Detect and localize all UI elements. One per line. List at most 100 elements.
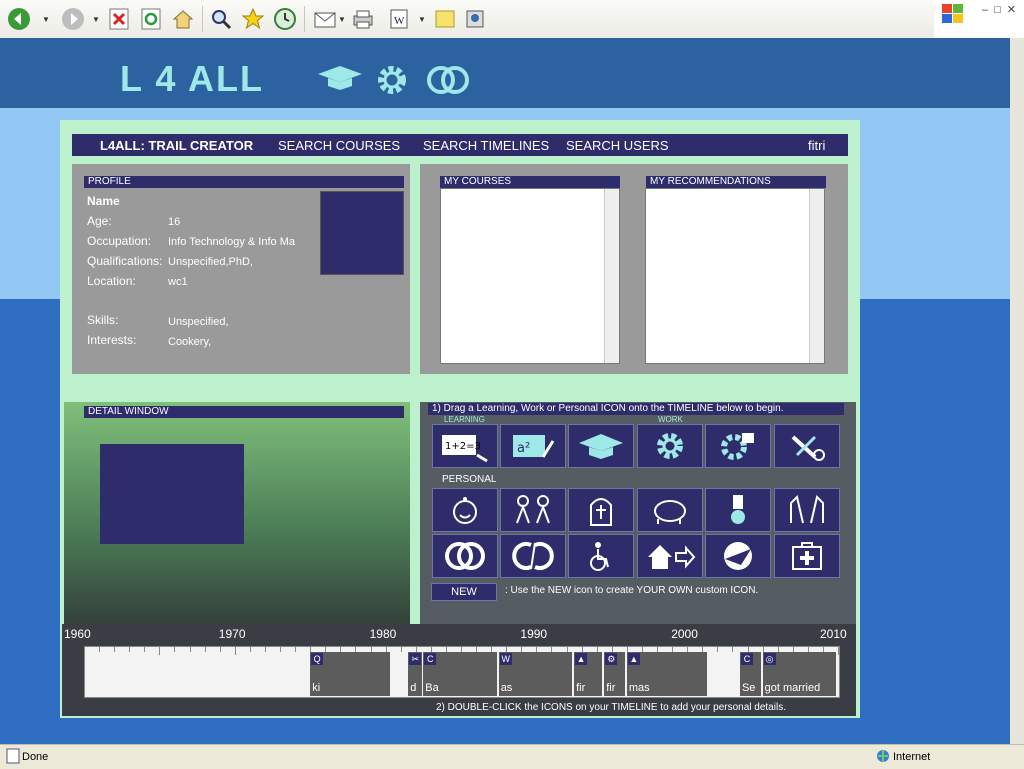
timeline-event-label: mas	[628, 682, 650, 694]
timeline-event-icon[interactable]: ▲	[627, 653, 640, 665]
my-courses-title: MY COURSES	[440, 176, 620, 188]
mail-icon[interactable]	[312, 6, 338, 32]
timeline-event-icon[interactable]: Q	[311, 653, 324, 665]
forward-dropdown-icon[interactable]: ▼	[92, 15, 100, 24]
timeline-tick	[129, 646, 131, 652]
print-icon[interactable]	[350, 6, 376, 32]
forward-icon[interactable]	[60, 6, 86, 32]
my-courses-scrollbar[interactable]	[604, 189, 619, 363]
stop-icon[interactable]	[106, 6, 132, 32]
timeline-year-label: 1980	[369, 627, 397, 641]
health-personal-icon[interactable]	[774, 534, 840, 578]
messenger-icon[interactable]	[462, 6, 488, 32]
search-users-link[interactable]: SEARCH USERS	[566, 138, 669, 153]
timeline-event-icon[interactable]: ▲	[575, 653, 588, 665]
search-timelines-link[interactable]: SEARCH TIMELINES	[423, 138, 549, 153]
timeline-year-label: 2000	[671, 627, 698, 641]
disability-personal-icon[interactable]	[568, 534, 634, 578]
death-personal-icon[interactable]	[568, 488, 634, 532]
timeline-event-icon[interactable]: ◎	[763, 653, 776, 665]
family-personal-icon[interactable]	[500, 488, 566, 532]
avatar[interactable]	[320, 191, 404, 275]
svg-text:a²: a²	[517, 441, 530, 456]
timeline-event-label: Se	[741, 682, 756, 694]
timeline-event-label: ki	[312, 682, 321, 694]
user-name[interactable]: fitri	[808, 138, 825, 153]
timeline-event[interactable]: Qki	[310, 652, 391, 696]
my-recommendations-list[interactable]	[645, 188, 825, 364]
edit-icon[interactable]: W	[386, 6, 412, 32]
page-scrollbar[interactable]	[1009, 38, 1024, 744]
timeline-event-label: fir	[606, 682, 616, 694]
piggy-bank-personal-icon[interactable]	[637, 488, 703, 532]
discuss-icon[interactable]	[432, 6, 458, 32]
my-recommendations-scrollbar[interactable]	[809, 189, 824, 363]
timeline-year-label: 2010	[820, 627, 847, 641]
timeline-year-label: 1970	[218, 627, 246, 641]
gear-work-icon[interactable]	[637, 424, 703, 468]
timeline-event[interactable]: ◎ got married	[762, 652, 836, 696]
timeline-event[interactable]: C Se	[739, 652, 761, 696]
timeline-event[interactable]: ⚙ fir	[604, 652, 625, 696]
timeline-event-icon[interactable]: W	[499, 653, 512, 665]
algebra-learning-icon[interactable]: a²	[500, 424, 566, 468]
rings-icon[interactable]	[424, 62, 472, 103]
tools-work-icon[interactable]	[774, 424, 840, 468]
window-controls[interactable]: –□✕	[982, 3, 1022, 16]
timeline-tick	[114, 646, 116, 652]
moving-house-personal-icon[interactable]	[637, 534, 703, 578]
medal-personal-icon[interactable]	[705, 488, 771, 532]
my-recommendations-title: MY RECOMMENDATIONS	[646, 176, 826, 188]
graduation-cap-icon[interactable]	[316, 62, 364, 99]
new-icon-button[interactable]: NEW	[431, 583, 497, 601]
timeline-tick	[264, 646, 266, 652]
hands-personal-icon[interactable]	[774, 488, 840, 532]
travel-personal-icon[interactable]	[705, 534, 771, 578]
status-text: Done	[22, 751, 49, 763]
timeline-tick	[159, 646, 161, 655]
rings-personal-icon[interactable]	[432, 534, 498, 578]
age-label: Age:	[87, 214, 112, 228]
location-value: wc1	[168, 276, 188, 288]
timeline-tick	[717, 646, 719, 652]
home-icon[interactable]	[170, 6, 196, 32]
broken-rings-personal-icon[interactable]	[500, 534, 566, 578]
timeline-event[interactable]: Was	[498, 652, 573, 696]
timeline-event-icon[interactable]: C	[424, 653, 437, 665]
timeline-event-icon[interactable]: ✂	[409, 653, 422, 665]
baby-personal-icon[interactable]	[432, 488, 498, 532]
timeline-year-label: 1960	[64, 627, 91, 641]
my-courses-list[interactable]	[440, 188, 620, 364]
detail-window-content	[100, 444, 244, 544]
mail-dropdown-icon[interactable]: ▼	[338, 15, 346, 24]
age-value: 16	[168, 216, 181, 228]
graduation-learning-icon[interactable]	[568, 424, 634, 468]
timeline-event[interactable]: C Ba	[423, 652, 497, 696]
maths-learning-icon[interactable]: 1+2=3	[432, 424, 498, 468]
edit-dropdown-icon[interactable]: ▼	[418, 15, 426, 24]
refresh-icon[interactable]	[138, 6, 164, 32]
interests-label: Interests:	[87, 333, 137, 347]
favorites-icon[interactable]	[240, 6, 266, 32]
timeline-event-label: as	[500, 682, 513, 694]
timeline-event-icon[interactable]: ⚙	[605, 653, 618, 665]
timeline-event[interactable]: ▲ mas	[626, 652, 707, 696]
back-dropdown-icon[interactable]: ▼	[42, 15, 50, 24]
gear-flag-work-icon[interactable]	[705, 424, 771, 468]
timeline-tick	[144, 646, 146, 652]
detail-window-title: DETAIL WINDOW	[84, 406, 404, 418]
timeline-event-icon[interactable]: C	[740, 653, 753, 665]
skills-value: Unspecified,	[168, 316, 229, 328]
timeline-event[interactable]: ▲ fir	[574, 652, 603, 696]
gear-icon[interactable]	[374, 62, 410, 103]
search-courses-link[interactable]: SEARCH COURSES	[278, 138, 400, 153]
back-icon[interactable]	[6, 6, 32, 32]
search-icon[interactable]	[208, 6, 234, 32]
timeline-event-label: d	[410, 682, 417, 694]
zone-text: Internet	[893, 751, 931, 763]
timeline-tick	[204, 646, 206, 652]
history-icon[interactable]	[272, 6, 298, 32]
timeline-event[interactable]: ✂ d	[408, 652, 423, 696]
personal-label: PERSONAL	[442, 474, 497, 485]
windows-logo-icon	[942, 4, 963, 23]
